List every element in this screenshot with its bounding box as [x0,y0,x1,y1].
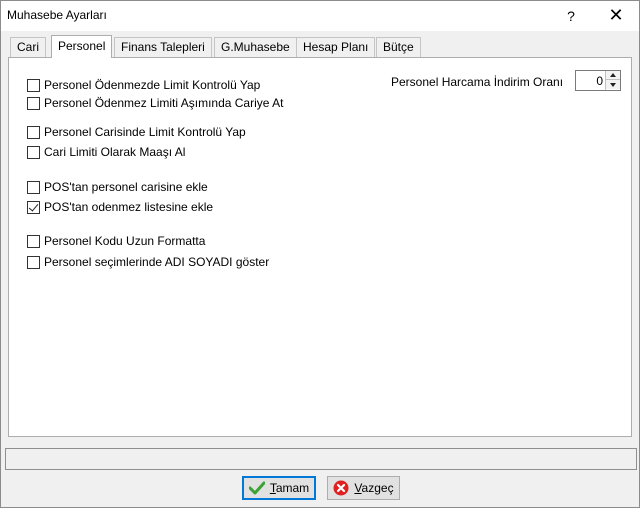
option-label: Personel Ödenmezde Limit Kontrolü Yap [44,78,261,92]
cancel-button[interactable]: Vazgeç [327,476,400,500]
checkbox[interactable] [27,78,40,92]
spinner-buttons [605,71,620,90]
ok-button-label: Tamam [269,481,310,495]
settings-dialog: Muhasebe Ayarları ? ✕ Cari Personel Fina… [0,0,640,508]
title-bar: Muhasebe Ayarları ? ✕ [1,1,639,31]
checkbox-checked[interactable] [27,200,40,214]
option-personel-carisi-limit-kontrol[interactable]: Personel Carisinde Limit Kontrolü Yap [27,124,246,140]
discount-rate-value[interactable]: 0 [596,74,603,88]
checkbox[interactable] [27,145,40,159]
tab-personel[interactable]: Personel [51,35,113,58]
checkmark-icon [248,481,265,495]
spin-up-button[interactable] [606,71,620,80]
option-pos-odenmez-listesine-ekle[interactable]: POS'tan odenmez listesine ekle [27,199,213,215]
option-personel-odenmez-limit-kontrol[interactable]: Personel Ödenmezde Limit Kontrolü Yap [27,77,260,93]
option-adi-soyadi-goster[interactable]: Personel seçimlerinde ADI SOYADI göster [27,254,269,270]
option-personel-kodu-uzun-format[interactable]: Personel Kodu Uzun Formatta [27,233,205,249]
status-bar [5,448,637,470]
option-label: Personel Ödenmez Limiti Aşımında Cariye … [44,96,284,110]
ok-button[interactable]: Tamam [242,476,316,500]
cancel-x-icon [333,480,349,496]
option-personel-odenmez-limit-asimi-cariye-at[interactable]: Personel Ödenmez Limiti Aşımında Cariye … [27,95,283,111]
option-label: Personel seçimlerinde ADI SOYADI göster [44,255,270,269]
option-cari-limiti-maasi-al[interactable]: Cari Limiti Olarak Maaşı Al [27,144,185,160]
checkbox[interactable] [27,180,40,194]
help-icon: ? [567,7,575,24]
option-label: Personel Kodu Uzun Formatta [44,234,206,248]
arrow-down-icon [610,82,616,87]
option-label: POS'tan personel carisine ekle [44,180,208,194]
tab-hesap-plani[interactable]: Hesap Planı [296,37,376,57]
checkbox[interactable] [27,96,40,110]
tab-finans-talepleri[interactable]: Finans Talepleri [114,37,212,57]
tab-g-muhasebe[interactable]: G.Muhasebe [214,37,297,57]
checkbox[interactable] [27,125,40,139]
option-label: Cari Limiti Olarak Maaşı Al [44,145,186,159]
tab-butce[interactable]: Bütçe [376,37,421,57]
checkbox[interactable] [27,255,40,269]
window-title: Muhasebe Ayarları [7,8,107,22]
checkbox[interactable] [27,234,40,248]
help-button[interactable]: ? [548,1,594,30]
arrow-up-icon [610,73,616,77]
option-pos-personel-carisine-ekle[interactable]: POS'tan personel carisine ekle [27,179,208,195]
tab-cari[interactable]: Cari [10,37,47,57]
close-button[interactable]: ✕ [593,1,639,30]
personel-tab-panel: Personel Ödenmezde Limit Kontrolü Yap Pe… [8,57,632,437]
close-icon: ✕ [608,5,624,25]
discount-rate-spinner[interactable]: 0 [575,70,621,91]
option-label: POS'tan odenmez listesine ekle [44,200,214,214]
spin-down-button[interactable] [606,80,620,89]
option-label: Personel Carisinde Limit Kontrolü Yap [44,125,246,139]
discount-rate-label: Personel Harcama İndirim Oranı [391,75,564,89]
cancel-button-label: Vazgeç [354,481,394,495]
